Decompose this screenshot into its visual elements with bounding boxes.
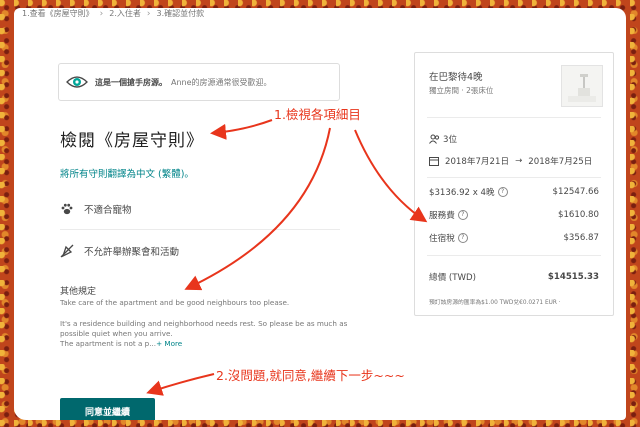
price-label: $3136.92 x 4晚 [429,188,495,198]
nightly-price-row: $3136.92 x 4晚? $12547.66 [429,186,599,198]
arrow-right-icon: → [515,156,523,166]
other-rules-line: Take care of the apartment and be good n… [60,298,290,307]
annotation-step1: 1.檢視各項細目 [274,107,361,122]
exchange-rate-note: 預訂該房源的匯率為$1.00 TWD兌€0.0271 EUR · [429,300,561,306]
rule-no-pets: 不適合寵物 [60,202,132,216]
banner-bold-text: 這是一個搶手房源。 [95,77,167,87]
help-icon[interactable]: ? [457,233,468,243]
annotation-step2: 2.沒問題,就同意,繼續下一步~~~ [216,368,405,383]
step-2[interactable]: 2.入住者 [109,8,141,19]
paw-icon [60,202,84,216]
rule-label: 不允許舉辦聚會和活動 [84,247,180,258]
other-rules-line: The apartment is not a p... [60,339,157,348]
tax-label: 住宿稅 [429,234,455,244]
step-label: 查看《房屋守則》 [29,9,94,18]
listing-title: 在巴黎待4晚 [429,72,483,83]
total-label: 總價 (TWD) [429,273,476,283]
divider [427,117,601,118]
translate-link[interactable]: 將所有守則翻譯為中文 (繁體)。 [60,166,194,180]
progress-breadcrumb: 1.查看《房屋守則》 › 2.入住者 › 3.確認並付款 [22,8,204,19]
total-row: 總價 (TWD) $14515.33 [429,271,599,283]
checkout-date: 2018年7月25日 [528,157,593,167]
help-icon[interactable]: ? [457,210,468,220]
step-3[interactable]: 3.確認並付款 [157,8,205,19]
other-rules-title: 其他規定 [60,287,97,297]
divider [60,229,340,230]
booking-summary-card: 在巴黎待4晚 獨立房間 · 2張床位 3位 2018年7月21日 → 2018年… [414,52,614,316]
eye-icon [59,74,95,90]
total-value: $14515.33 [547,272,599,282]
price-value: $12547.66 [552,187,599,197]
booking-page: 1.查看《房屋守則》 › 2.入住者 › 3.確認並付款 這是一個搶手房源。 A… [14,8,626,420]
divider [427,255,601,256]
step-1[interactable]: 1.查看《房屋守則》 [22,8,94,19]
dates-row: 2018年7月21日 → 2018年7月25日 [429,155,599,167]
banner-text: Anne的房源通常很受歡迎。 [171,77,272,87]
calendar-icon [429,157,439,166]
service-fee-label: 服務費 [429,211,455,221]
step-label: 確認並付款 [164,9,205,18]
guest-count: 3位 [443,135,458,145]
step-number: 2. [109,9,117,18]
checkin-date: 2018年7月21日 [445,157,510,167]
tax-row: 住宿稅? $356.87 [429,232,599,244]
page-title: 檢閱《房屋守則》 [60,131,204,151]
listing-subtitle: 獨立房間 · 2張床位 [429,86,494,95]
other-rules-truncated: The apartment is not a p...+ More [60,339,350,349]
popular-listing-banner: 這是一個搶手房源。 Anne的房源通常很受歡迎。 [58,63,340,101]
tax-value: $356.87 [563,233,599,243]
listing-photo [561,65,603,107]
rule-label: 不適合寵物 [84,205,132,216]
help-icon[interactable]: ? [497,187,508,197]
chevron-right-icon: › [99,8,104,19]
other-rules-line: It's a residence building and neighborho… [60,319,348,338]
guest-count-row: 3位 [429,133,599,145]
step-label: 入住者 [116,9,141,18]
more-link[interactable]: + More [156,339,182,348]
step-number: 3. [156,9,165,18]
agree-continue-button[interactable]: 同意並繼續 [60,398,155,420]
step-number: 1. [22,9,30,18]
rule-no-parties: 不允許舉辦聚會和活動 [60,244,179,258]
divider [427,177,601,178]
service-fee-value: $1610.80 [557,210,599,220]
chevron-right-icon: › [146,8,151,19]
service-fee-row: 服務費? $1610.80 [429,209,599,221]
party-icon [60,244,84,258]
guests-icon [429,134,440,144]
